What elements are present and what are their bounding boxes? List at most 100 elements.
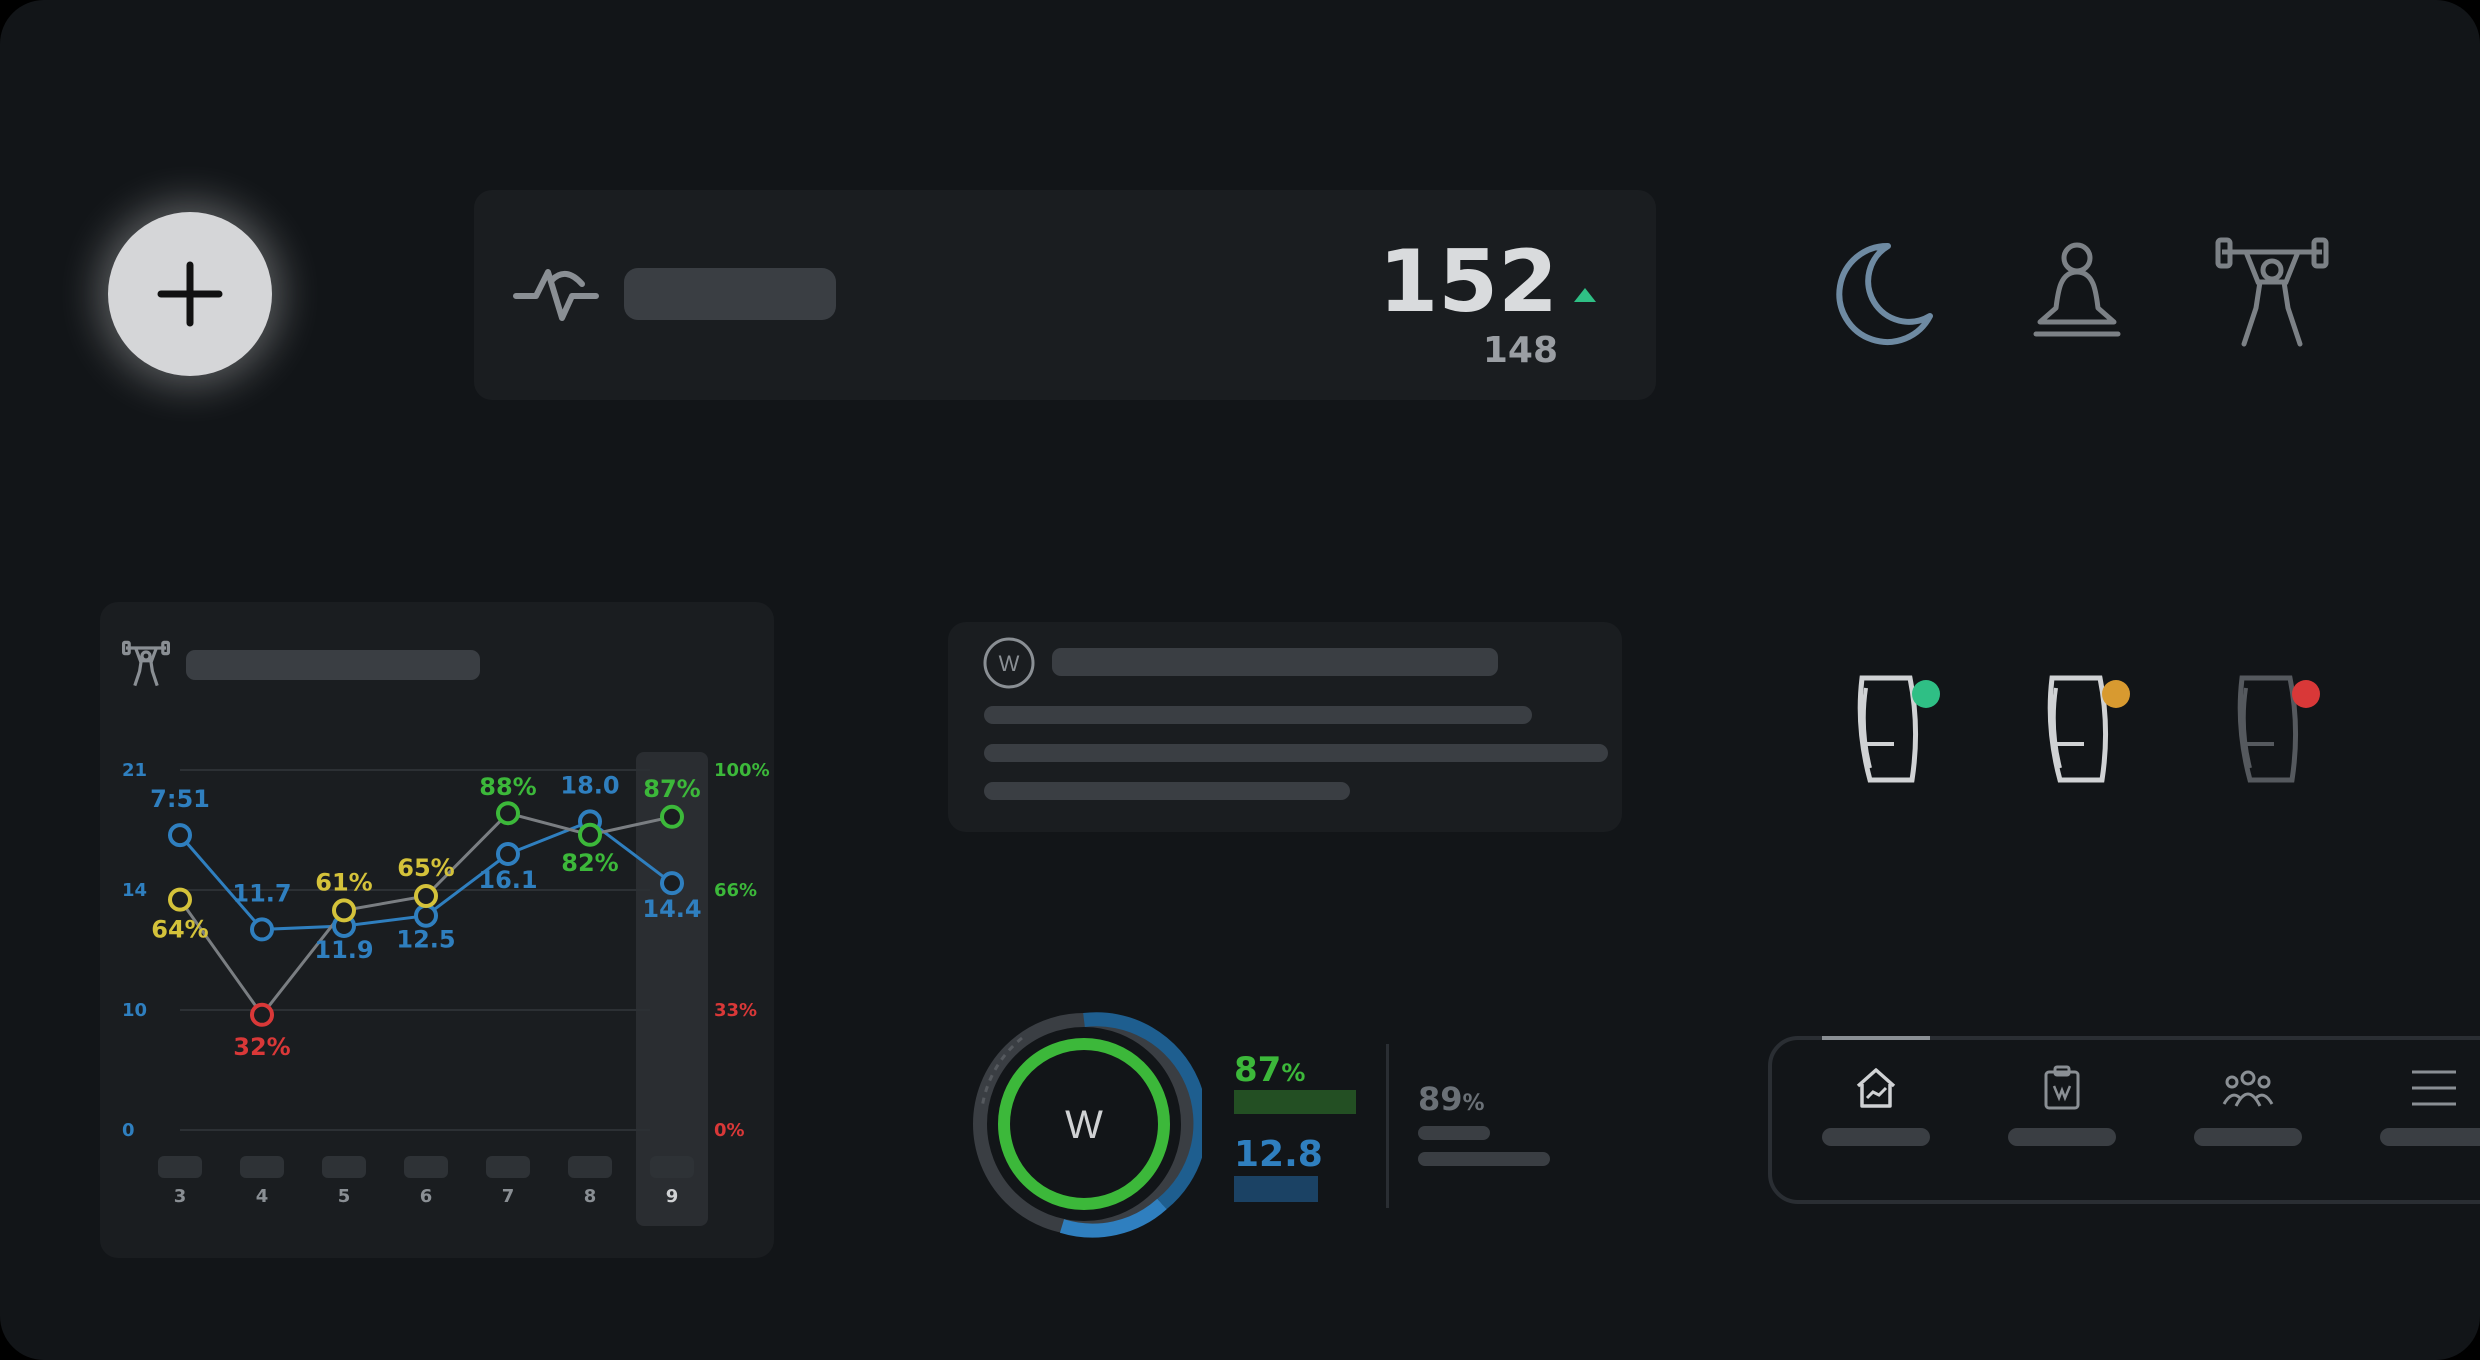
- device-item[interactable]: [2020, 660, 2160, 800]
- data-point: [250, 1002, 274, 1027]
- data-point: [168, 823, 192, 848]
- data-point: [660, 871, 684, 896]
- percent-a: 87%: [1234, 1050, 1306, 1090]
- heart-rate-label-placeholder: [624, 268, 836, 320]
- heart-rate-previous: 148: [1482, 330, 1558, 371]
- y2-tick-label: 33%: [714, 1000, 757, 1021]
- trend-up-icon: [1574, 288, 1596, 302]
- bottom-navigation: [1768, 1036, 2480, 1204]
- progress-ring[interactable]: W: [962, 998, 1202, 1238]
- y-tick-label: 10: [122, 1000, 147, 1021]
- message-line-placeholder: [984, 706, 1532, 724]
- x-tick-pill: [486, 1156, 530, 1178]
- add-button[interactable]: [108, 212, 272, 376]
- nav-label-placeholder: [2380, 1128, 2480, 1146]
- nav-item-journal[interactable]: [2008, 1064, 2116, 1184]
- menu-icon: [2412, 1070, 2456, 1106]
- x-tick-pill: [240, 1156, 284, 1178]
- workout-chart-card[interactable]: 0 0% 10 33% 14 66% 21 100% 3 4 5 6 7 8 9 7:51 11.7 11.9 12…: [100, 602, 774, 1258]
- message-logo-letter: W: [999, 651, 1020, 676]
- percent-c: 89%: [1418, 1080, 1485, 1118]
- x-tick-label: 9: [666, 1186, 679, 1207]
- weightlifting-icon[interactable]: [2212, 232, 2332, 352]
- heartbeat-icon: [513, 269, 599, 321]
- data-point: [496, 842, 520, 866]
- data-label: 18.0: [560, 771, 619, 799]
- brand-logo-icon: W: [983, 637, 1035, 689]
- message-card[interactable]: W: [948, 622, 1622, 832]
- moon-icon[interactable]: [1826, 236, 1936, 346]
- line-chart: 0 0% 10 33% 14 66% 21 100% 3 4 5 6 7 8 9 7:51 11.7 11.9 12…: [122, 752, 770, 1226]
- x-tick-pill: [650, 1156, 694, 1178]
- x-tick-pill: [158, 1156, 202, 1178]
- data-label: 61%: [315, 868, 372, 896]
- status-dot: [1912, 680, 1940, 708]
- x-tick-label: 4: [256, 1186, 269, 1207]
- status-dot: [2292, 680, 2320, 708]
- nav-item-menu[interactable]: [2380, 1064, 2480, 1184]
- data-label: 87%: [643, 775, 700, 803]
- y2-tick-label: 66%: [714, 880, 757, 901]
- plus-icon: [157, 261, 223, 327]
- nav-item-community[interactable]: [2194, 1064, 2302, 1184]
- meditation-icon[interactable]: [2022, 236, 2132, 346]
- device-item[interactable]: [2210, 660, 2350, 800]
- heart-rate-value: 152: [1378, 232, 1558, 332]
- heart-rate-card[interactable]: 152 148: [474, 190, 1656, 400]
- clipboard-icon: [2044, 1065, 2080, 1110]
- ring-logo-letter: W: [1065, 1103, 1103, 1147]
- value-b-bar: [1234, 1176, 1318, 1202]
- data-point: [414, 884, 438, 908]
- data-label: 14.4: [642, 895, 701, 923]
- data-label: 64%: [151, 916, 208, 944]
- data-label: 11.9: [314, 936, 373, 964]
- y-tick-label: 14: [122, 880, 147, 901]
- percent-a-bar: [1234, 1090, 1356, 1114]
- active-indicator: [1822, 1036, 1930, 1040]
- nav-label-placeholder: [1822, 1128, 1930, 1146]
- y2-tick-label: 100%: [714, 760, 770, 781]
- x-tick-pill: [322, 1156, 366, 1178]
- x-tick-pill: [568, 1156, 612, 1178]
- data-point: [332, 898, 356, 923]
- message-line-placeholder: [984, 782, 1350, 800]
- data-label: 11.7: [232, 879, 291, 907]
- data-point: [168, 887, 192, 912]
- group-icon: [2222, 1070, 2274, 1107]
- data-label: 82%: [561, 849, 618, 877]
- x-tick-pill: [404, 1156, 448, 1178]
- dashboard-canvas: 152 148 0 0% 10 33% 14 66% 21 100% 3 4 5 6 7 8 9 7:: [0, 0, 2480, 1360]
- data-label: 88%: [479, 773, 536, 801]
- device-item[interactable]: [1830, 660, 1970, 800]
- data-label: 16.1: [478, 866, 537, 894]
- data-point: [578, 822, 602, 847]
- data-label: 12.5: [396, 926, 455, 954]
- data-label: 7:51: [150, 785, 210, 813]
- value-b: 12.8: [1234, 1134, 1323, 1175]
- home-chart-icon: [1856, 1068, 1896, 1108]
- data-point: [660, 804, 684, 829]
- data-label: 65%: [397, 854, 454, 882]
- data-label: 32%: [233, 1033, 290, 1061]
- status-dot: [2102, 680, 2130, 708]
- device-list: [1830, 660, 2350, 800]
- x-tick-label: 8: [584, 1186, 597, 1207]
- message-title-placeholder: [1052, 648, 1498, 676]
- x-tick-label: 6: [420, 1186, 433, 1207]
- data-point: [496, 801, 520, 826]
- percent-c-bar: [1418, 1152, 1550, 1166]
- divider: [1386, 1044, 1389, 1208]
- nav-label-placeholder: [2194, 1128, 2302, 1146]
- data-point: [414, 903, 438, 928]
- nav-label-placeholder: [2008, 1128, 2116, 1146]
- message-line-placeholder: [984, 744, 1608, 762]
- data-point: [250, 917, 274, 942]
- y-tick-label: 21: [122, 760, 147, 781]
- nav-item-home[interactable]: [1822, 1064, 1930, 1184]
- y-tick-label: 0: [122, 1120, 135, 1141]
- percent-c-bar: [1418, 1126, 1490, 1140]
- x-tick-label: 7: [502, 1186, 515, 1207]
- y2-tick-label: 0%: [714, 1120, 745, 1141]
- x-tick-label: 3: [174, 1186, 187, 1207]
- x-tick-label: 5: [338, 1186, 351, 1207]
